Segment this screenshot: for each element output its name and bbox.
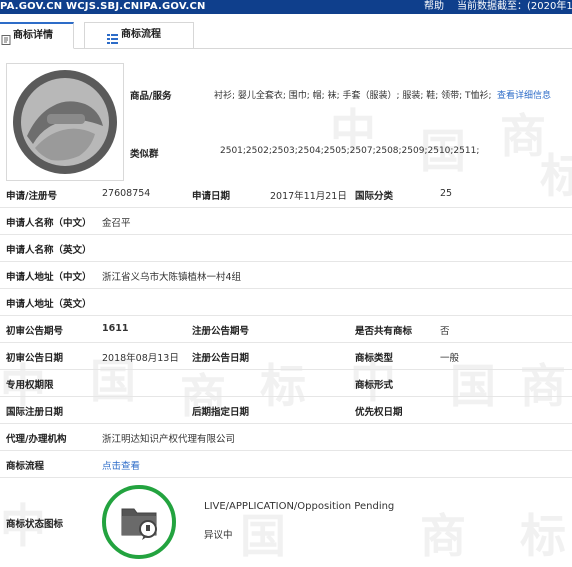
address-cn-label: 申请人地址（中文） bbox=[6, 272, 92, 283]
folder-speech-icon bbox=[121, 508, 157, 540]
tm-type-value: 一般 bbox=[440, 353, 460, 364]
view-flow-link[interactable]: 点击查看 bbox=[102, 458, 140, 472]
intl-class-value: 25 bbox=[440, 188, 453, 199]
agent-label: 代理/办理机构 bbox=[6, 434, 67, 445]
status-icon-label: 商标状态图标 bbox=[6, 519, 64, 530]
top-bar: PA.GOV.CN WCJS.SBJ.CNIPA.GOV.CN 帮助 当前数据截… bbox=[0, 0, 572, 14]
similar-group-label: 类似群 bbox=[130, 149, 159, 160]
info-row: 申请人地址（英文） bbox=[0, 288, 572, 316]
tab-trademark-detail[interactable]: 商标详情 bbox=[0, 22, 74, 49]
tm-type-label: 商标类型 bbox=[355, 353, 394, 364]
apply-date-value: 2017年11月21日 bbox=[270, 191, 347, 202]
goods-value: 衬衫; 婴儿全套衣; 围巾; 帽; 袜; 手套（服装）; 服装; 鞋; 领带; … bbox=[214, 91, 492, 101]
applicant-cn-label: 申请人名称（中文） bbox=[6, 218, 92, 229]
address-en-label: 申请人地址（英文） bbox=[6, 299, 92, 310]
intl-reg-date-label: 国际注册日期 bbox=[6, 407, 64, 418]
prelim-pub-date-label: 初审公告日期 bbox=[6, 353, 64, 364]
site-url: PA.GOV.CN WCJS.SBJ.CNIPA.GOV.CN bbox=[0, 1, 206, 12]
intl-class-label: 国际分类 bbox=[355, 191, 394, 202]
trademark-logo-icon bbox=[13, 70, 117, 174]
tab-label: 商标流程 bbox=[121, 29, 161, 40]
tab-bar: 商标详情 商标流程 bbox=[0, 14, 572, 49]
apply-date-label: 申请日期 bbox=[192, 191, 231, 202]
trademark-image bbox=[6, 63, 124, 181]
status-cn: 异议中 bbox=[204, 530, 233, 541]
tab-label: 商标详情 bbox=[13, 30, 53, 41]
info-row: 申请人地址（中文） 浙江省义乌市大陈镇植林一村4组 bbox=[0, 261, 572, 289]
goods-label: 商品/服务 bbox=[130, 91, 172, 102]
applicant-en-label: 申请人名称（英文） bbox=[6, 245, 92, 256]
applicant-cn-value: 金召平 bbox=[102, 218, 131, 229]
info-row: 初审公告期号 1611 注册公告期号 是否共有商标 否 bbox=[0, 315, 572, 343]
shared-mark-label: 是否共有商标 bbox=[355, 326, 413, 337]
info-row: 国际注册日期 后期指定日期 优先权日期 bbox=[0, 396, 572, 424]
similar-group-value: 2501;2502;2503;2504;2505;2507;2508;2509;… bbox=[220, 146, 480, 156]
tm-flow-label: 商标流程 bbox=[6, 461, 45, 472]
exclusive-term-label: 专用权期限 bbox=[6, 380, 54, 391]
info-row: 申请人名称（英文） bbox=[0, 234, 572, 262]
later-designation-date-label: 后期指定日期 bbox=[192, 407, 250, 418]
info-row: 初审公告日期 2018年08月13日 注册公告日期 商标类型 一般 bbox=[0, 342, 572, 370]
shared-mark-value: 否 bbox=[440, 326, 450, 337]
agent-value: 浙江明达知识产权代理有限公司 bbox=[102, 434, 236, 445]
reg-no-value: 27608754 bbox=[102, 188, 151, 199]
info-row: 代理/办理机构 浙江明达知识产权代理有限公司 bbox=[0, 423, 572, 451]
tab-trademark-flow[interactable]: 商标流程 bbox=[84, 22, 194, 48]
info-row: 申请人名称（中文） 金召平 bbox=[0, 207, 572, 235]
trademark-detail-panel: 商品/服务 衬衫; 婴儿全套衣; 围巾; 帽; 袜; 手套（服装）; 服装; 鞋… bbox=[0, 49, 572, 567]
tm-form-label: 商标形式 bbox=[355, 380, 394, 391]
prelim-pub-no-value: 1611 bbox=[102, 323, 129, 334]
reg-no-label: 申请/注册号 bbox=[6, 191, 57, 202]
view-goods-detail-link[interactable]: 查看详细信息 bbox=[497, 88, 551, 101]
info-row: 申请/注册号 27608754 申请日期 2017年11月21日 国际分类 25 bbox=[0, 179, 572, 208]
status-badge bbox=[102, 485, 176, 559]
info-row: 专用权期限 商标形式 bbox=[0, 369, 572, 397]
status-en: LIVE/APPLICATION/Opposition Pending bbox=[204, 501, 395, 512]
prelim-pub-no-label: 初审公告期号 bbox=[6, 326, 64, 337]
reg-pub-no-label: 注册公告期号 bbox=[192, 326, 250, 337]
reg-pub-date-label: 注册公告日期 bbox=[192, 353, 250, 364]
data-date: 当前数据截至：(2020年11 bbox=[457, 1, 572, 12]
priority-date-label: 优先权日期 bbox=[355, 407, 403, 418]
prelim-pub-date-value: 2018年08月13日 bbox=[102, 353, 179, 364]
info-row: 商标流程 点击查看 bbox=[0, 450, 572, 478]
help-link[interactable]: 帮助 bbox=[424, 0, 444, 14]
address-cn-value: 浙江省义乌市大陈镇植林一村4组 bbox=[102, 272, 242, 283]
